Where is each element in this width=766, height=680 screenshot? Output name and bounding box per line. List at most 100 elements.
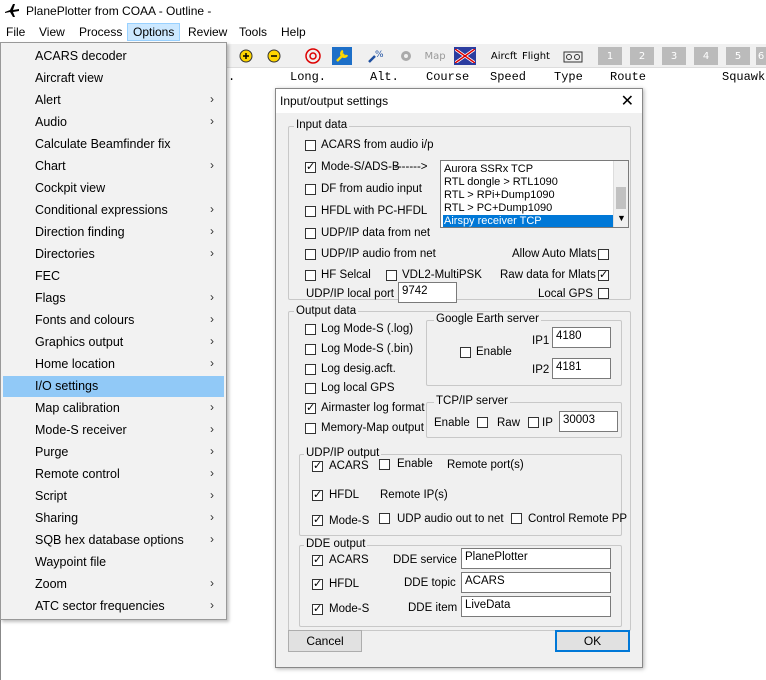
modes-adsb-checkbox[interactable] bbox=[305, 160, 316, 174]
menu-item-home-location[interactable]: Home location › bbox=[3, 354, 224, 375]
menu-help[interactable]: Help bbox=[281, 25, 306, 39]
column-header[interactable]: . bbox=[228, 70, 235, 84]
allow-mlats-checkbox[interactable] bbox=[598, 249, 609, 260]
udp-audio-checkbox[interactable] bbox=[305, 249, 316, 260]
menu-item-cockpit-view[interactable]: Cockpit view bbox=[3, 178, 224, 199]
radio-button[interactable] bbox=[562, 47, 584, 65]
menu-item-alert[interactable]: Alert › bbox=[3, 90, 224, 111]
udp-acars-checkbox[interactable] bbox=[312, 459, 323, 473]
menu-item-waypoint-file[interactable]: Waypoint file bbox=[3, 552, 224, 573]
slot-2-button[interactable]: 2 bbox=[630, 47, 654, 65]
column-header-course[interactable]: Course bbox=[426, 70, 469, 84]
menu-item-fec[interactable]: FEC bbox=[3, 266, 224, 287]
flight-button[interactable]: Flight bbox=[522, 47, 550, 65]
receiver-listbox[interactable]: Aurora SSRx TCP RTL dongle > RTL1090 RTL… bbox=[440, 160, 629, 228]
menu-item-graphics-output[interactable]: Graphics output › bbox=[3, 332, 224, 353]
hf-selcal-checkbox[interactable] bbox=[305, 270, 316, 281]
udp-modes-checkbox[interactable] bbox=[312, 513, 323, 527]
menu-item-purge[interactable]: Purge › bbox=[3, 442, 224, 463]
list-item-selected[interactable]: Airspy receiver TCP bbox=[443, 215, 613, 227]
list-item[interactable]: RTL > RPi+Dump1090 bbox=[443, 189, 613, 202]
menu-item-chart[interactable]: Chart › bbox=[3, 156, 224, 177]
udp-audio-out-checkbox[interactable] bbox=[379, 513, 390, 524]
menu-item-i-o-settings[interactable]: I/O settings bbox=[3, 376, 224, 397]
ip1-input[interactable]: 4180 bbox=[552, 327, 611, 348]
column-header-long[interactable]: Long. bbox=[290, 70, 326, 84]
menu-item-remote-control[interactable]: Remote control › bbox=[3, 464, 224, 485]
aircraft-button[interactable]: Aircft bbox=[490, 47, 518, 65]
menu-item-mode-s-receiver[interactable]: Mode-S receiver › bbox=[3, 420, 224, 441]
hfdl-pc-checkbox[interactable] bbox=[305, 206, 316, 217]
scroll-thumb[interactable] bbox=[616, 187, 626, 209]
column-header-alt[interactable]: Alt. bbox=[370, 70, 399, 84]
log-modes-bin-checkbox[interactable] bbox=[305, 344, 316, 355]
local-gps-checkbox[interactable] bbox=[598, 288, 609, 299]
df-audio-checkbox[interactable] bbox=[305, 184, 316, 195]
menu-item-flags[interactable]: Flags › bbox=[3, 288, 224, 309]
log-desig-checkbox[interactable] bbox=[305, 364, 316, 375]
raw-mlats-checkbox[interactable] bbox=[598, 268, 609, 282]
dde-topic-input[interactable]: ACARS bbox=[461, 572, 611, 593]
dde-item-input[interactable]: LiveData bbox=[461, 596, 611, 617]
menu-item-audio[interactable]: Audio › bbox=[3, 112, 224, 133]
menu-tools[interactable]: Tools bbox=[239, 25, 267, 39]
menu-item-script[interactable]: Script › bbox=[3, 486, 224, 507]
menu-process[interactable]: Process bbox=[79, 25, 122, 39]
gear-button[interactable] bbox=[398, 47, 414, 65]
tcp-ip-checkbox[interactable] bbox=[528, 417, 539, 428]
vdl2-checkbox[interactable] bbox=[386, 270, 397, 281]
log-gps-checkbox[interactable] bbox=[305, 383, 316, 394]
log-modes-checkbox[interactable] bbox=[305, 324, 316, 335]
dde-acars-checkbox[interactable] bbox=[312, 553, 323, 567]
menu-item-sqb-hex-database-options[interactable]: SQB hex database options › bbox=[3, 530, 224, 551]
menu-view[interactable]: View bbox=[39, 25, 65, 39]
flag-button[interactable] bbox=[454, 47, 476, 65]
udp-enable-checkbox[interactable] bbox=[379, 459, 390, 470]
airmaster-checkbox[interactable] bbox=[305, 401, 316, 415]
close-icon[interactable]: ✕ bbox=[621, 91, 634, 111]
dde-hfdl-checkbox[interactable] bbox=[312, 577, 323, 591]
tcp-enable-checkbox[interactable] bbox=[477, 417, 488, 428]
scroll-down-icon[interactable]: ▼ bbox=[617, 213, 626, 223]
memmap-checkbox[interactable] bbox=[305, 423, 316, 434]
menu-item-sharing[interactable]: Sharing › bbox=[3, 508, 224, 529]
menu-item-calculate-beamfinder-fix[interactable]: Calculate Beamfinder fix bbox=[3, 134, 224, 155]
dde-service-input[interactable]: PlanePlotter bbox=[461, 548, 611, 569]
udp-port-input[interactable]: 9742 bbox=[398, 282, 457, 303]
tools-button[interactable]: % bbox=[366, 47, 386, 65]
column-header-squawk[interactable]: Squawk bbox=[722, 70, 765, 84]
target-button[interactable] bbox=[304, 47, 322, 65]
column-header-type[interactable]: Type bbox=[554, 70, 583, 84]
ok-button[interactable]: OK bbox=[555, 630, 630, 652]
udp-hfdl-checkbox[interactable] bbox=[312, 488, 323, 502]
column-header-route[interactable]: Route bbox=[610, 70, 646, 84]
ge-enable-checkbox[interactable] bbox=[460, 347, 471, 358]
list-item[interactable]: Aurora SSRx TCP bbox=[443, 163, 613, 176]
slot-1-button[interactable]: 1 bbox=[598, 47, 622, 65]
settings-button[interactable] bbox=[332, 47, 352, 65]
tcp-port-input[interactable]: 30003 bbox=[559, 411, 618, 432]
control-pp-checkbox[interactable] bbox=[511, 513, 522, 524]
zoom-in-button[interactable] bbox=[238, 47, 254, 65]
menu-item-map-calibration[interactable]: Map calibration › bbox=[3, 398, 224, 419]
listbox-scrollbar[interactable]: ▼ bbox=[613, 161, 628, 227]
menu-item-fonts-and-colours[interactable]: Fonts and colours › bbox=[3, 310, 224, 331]
ip2-input[interactable]: 4181 bbox=[552, 358, 611, 379]
acars-audio-checkbox[interactable] bbox=[305, 140, 316, 151]
menu-item-conditional-expressions[interactable]: Conditional expressions › bbox=[3, 200, 224, 221]
list-item[interactable]: RTL dongle > RTL1090 bbox=[443, 176, 613, 189]
menu-item-zoom[interactable]: Zoom › bbox=[3, 574, 224, 595]
slot-5-button[interactable]: 5 bbox=[726, 47, 750, 65]
menu-options[interactable]: Options bbox=[127, 23, 181, 41]
dde-modes-checkbox[interactable] bbox=[312, 602, 323, 616]
slot-4-button[interactable]: 4 bbox=[694, 47, 718, 65]
map-button[interactable]: Map bbox=[424, 47, 446, 65]
menu-item-acars-decoder[interactable]: ACARS decoder bbox=[3, 46, 224, 67]
zoom-out-button[interactable] bbox=[266, 47, 282, 65]
menu-item-atc-sector-frequencies[interactable]: ATC sector frequencies › bbox=[3, 596, 224, 617]
menu-item-aircraft-view[interactable]: Aircraft view bbox=[3, 68, 224, 89]
column-header-speed[interactable]: Speed bbox=[490, 70, 526, 84]
menu-item-direction-finding[interactable]: Direction finding › bbox=[3, 222, 224, 243]
slot-3-button[interactable]: 3 bbox=[662, 47, 686, 65]
menu-item-directories[interactable]: Directories › bbox=[3, 244, 224, 265]
